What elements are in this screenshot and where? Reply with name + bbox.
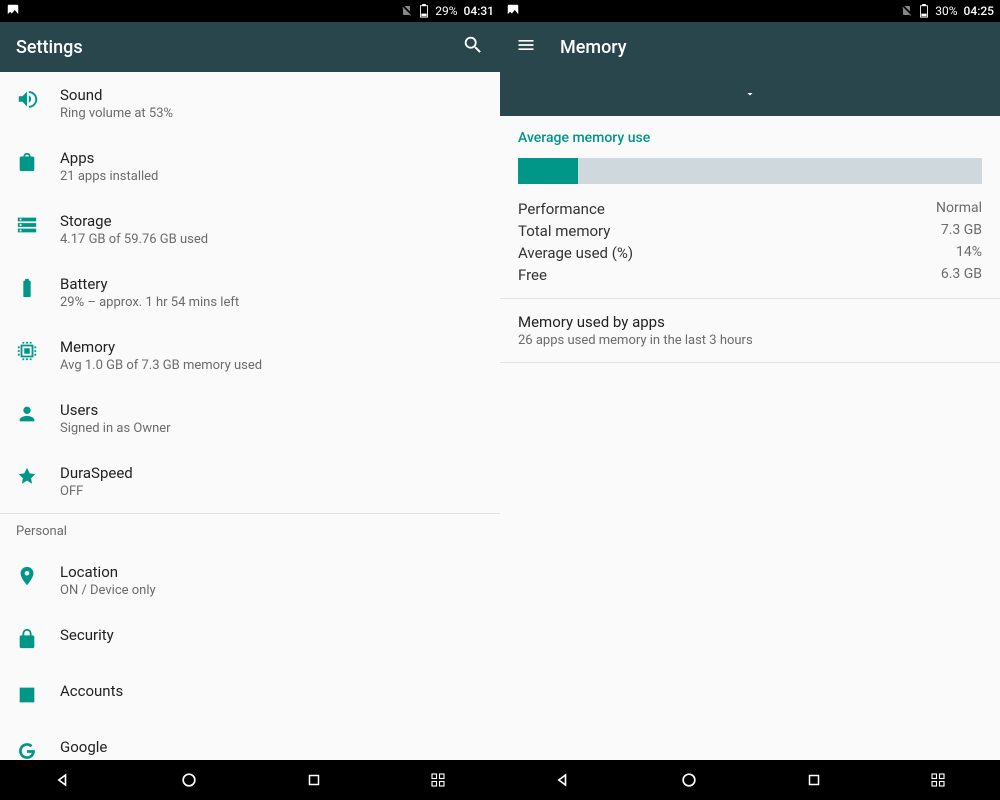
- back-button[interactable]: [53, 770, 73, 790]
- memory-stat-row: Average used (%) 14%: [518, 242, 982, 264]
- settings-screen: 29% 04:31 Settings Sound Ring volume at 5…: [0, 0, 500, 800]
- screenshot-button[interactable]: [429, 771, 447, 789]
- stat-value: 6.3 GB: [941, 266, 982, 284]
- item-title: Google: [60, 738, 484, 756]
- no-sim-icon: [901, 5, 913, 17]
- settings-list: Sound Ring volume at 53% Apps 21 apps insta…: [0, 72, 500, 760]
- settings-appbar: Settings: [0, 22, 500, 72]
- battery-icon: [419, 4, 429, 18]
- item-sub: Ring volume at 53%: [60, 106, 484, 121]
- memory-stat-row: Performance Normal: [518, 198, 982, 220]
- item-sub: 29% – approx. 1 hr 54 mins left: [60, 295, 484, 310]
- memory-by-apps-title: Memory used by apps: [518, 313, 982, 331]
- battery-icon: [16, 275, 60, 303]
- item-sub: Signed in as Owner: [60, 421, 484, 436]
- menu-icon[interactable]: [516, 35, 536, 59]
- item-title: DuraSpeed: [60, 464, 484, 482]
- item-title: Location: [60, 563, 484, 581]
- users-icon: [16, 401, 60, 429]
- memory-usage-fill: [518, 158, 578, 184]
- sound-icon: [16, 86, 60, 114]
- item-title: Sound: [60, 86, 484, 104]
- battery-percent: 30%: [935, 4, 957, 18]
- item-title: Users: [60, 401, 484, 419]
- memory-stat-row: Free 6.3 GB: [518, 264, 982, 286]
- memory-content: Average memory use Performance Normal Tota…: [500, 116, 1000, 760]
- settings-item-google[interactable]: Google: [0, 724, 500, 760]
- stat-value: 14%: [956, 244, 982, 262]
- security-icon: [16, 626, 60, 654]
- duraspeed-icon: [16, 464, 60, 492]
- chevron-down-icon: [744, 88, 756, 100]
- stat-value: 7.3 GB: [941, 222, 982, 240]
- clock-text: 04:25: [964, 4, 994, 18]
- settings-item-apps[interactable]: Apps 21 apps installed: [0, 135, 500, 198]
- accounts-icon: [16, 682, 60, 710]
- memory-by-apps-item[interactable]: Memory used by apps 26 apps used memory …: [500, 299, 1000, 362]
- memory-icon: [16, 338, 60, 366]
- app-title: Memory: [560, 37, 627, 58]
- avg-memory-header: Average memory use: [500, 116, 1000, 158]
- stat-label: Average used (%): [518, 244, 633, 262]
- app-title: Settings: [16, 37, 83, 58]
- status-bar: 30% 04:25: [500, 0, 1000, 22]
- notification-icon: [506, 3, 520, 17]
- settings-item-storage[interactable]: Storage 4.17 GB of 59.76 GB used: [0, 198, 500, 261]
- battery-icon: [919, 4, 929, 18]
- item-sub: 4.17 GB of 59.76 GB used: [60, 232, 484, 247]
- settings-item-users[interactable]: Users Signed in as Owner: [0, 387, 500, 450]
- item-title: Battery: [60, 275, 484, 293]
- home-button[interactable]: [679, 770, 699, 790]
- item-title: Security: [60, 626, 484, 644]
- item-sub: OFF: [60, 484, 484, 499]
- home-button[interactable]: [179, 770, 199, 790]
- item-sub: ON / Device only: [60, 583, 484, 598]
- item-title: Apps: [60, 149, 484, 167]
- storage-icon: [16, 212, 60, 240]
- memory-stats: Performance Normal Total memory 7.3 GB Avera…: [500, 196, 1000, 298]
- memory-stat-row: Total memory 7.3 GB: [518, 220, 982, 242]
- personal-section-label: Personal: [0, 514, 500, 549]
- nav-bar: [500, 760, 1000, 800]
- settings-item-location[interactable]: Location ON / Device only: [0, 549, 500, 612]
- memory-screen: 30% 04:25 Memory Average memory use Perf…: [500, 0, 1000, 800]
- apps-icon: [16, 149, 60, 177]
- stat-value: Normal: [936, 200, 982, 218]
- settings-item-memory[interactable]: Memory Avg 1.0 GB of 7.3 GB memory used: [0, 324, 500, 387]
- screenshot-button[interactable]: [929, 771, 947, 789]
- settings-item-sound[interactable]: Sound Ring volume at 53%: [0, 72, 500, 135]
- status-bar: 29% 04:31: [0, 0, 500, 22]
- item-sub: Avg 1.0 GB of 7.3 GB memory used: [60, 358, 484, 373]
- back-button[interactable]: [553, 770, 573, 790]
- memory-by-apps-sub: 26 apps used memory in the last 3 hours: [518, 333, 982, 348]
- notification-icon: [6, 3, 20, 17]
- recent-button[interactable]: [305, 771, 323, 789]
- settings-item-security[interactable]: Security: [0, 612, 500, 668]
- item-title: Memory: [60, 338, 484, 356]
- item-sub: 21 apps installed: [60, 169, 484, 184]
- settings-item-accounts[interactable]: Accounts: [0, 668, 500, 724]
- settings-item-battery[interactable]: Battery 29% – approx. 1 hr 54 mins left: [0, 261, 500, 324]
- location-icon: [16, 563, 60, 591]
- nav-bar: [0, 760, 500, 800]
- memory-usage-bar: [518, 158, 982, 184]
- search-icon[interactable]: [462, 34, 484, 60]
- battery-percent: 29%: [435, 4, 457, 18]
- time-range-dropdown[interactable]: [500, 72, 1000, 116]
- item-title: Storage: [60, 212, 484, 230]
- no-sim-icon: [401, 5, 413, 17]
- memory-appbar: Memory: [500, 22, 1000, 72]
- settings-item-duraspeed[interactable]: DuraSpeed OFF: [0, 450, 500, 513]
- recent-button[interactable]: [805, 771, 823, 789]
- item-title: Accounts: [60, 682, 484, 700]
- stat-label: Free: [518, 266, 547, 284]
- stat-label: Total memory: [518, 222, 610, 240]
- clock-text: 04:31: [464, 4, 494, 18]
- stat-label: Performance: [518, 200, 605, 218]
- google-icon: [16, 738, 60, 760]
